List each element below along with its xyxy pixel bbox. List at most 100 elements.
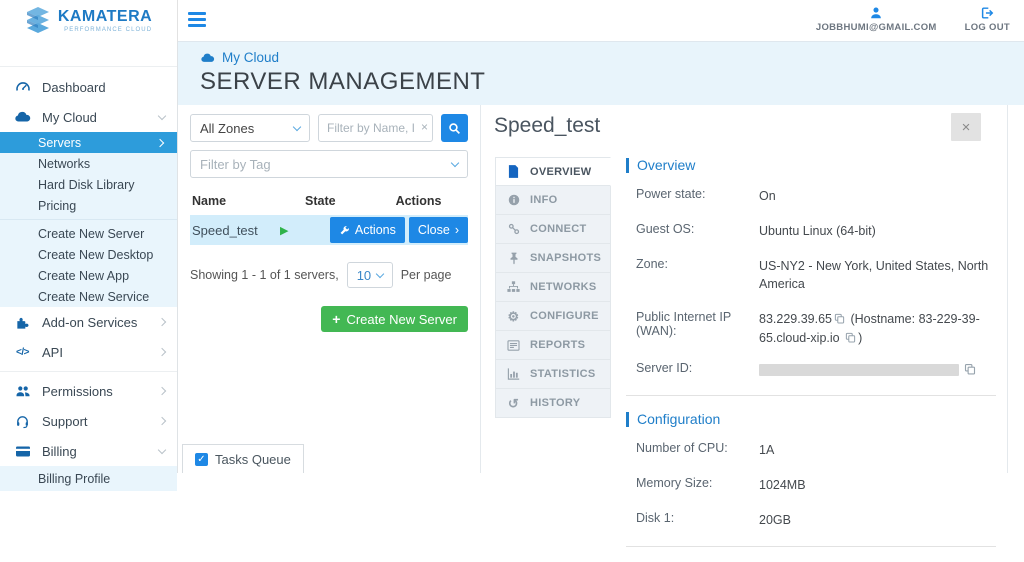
sidebar-item-api[interactable]: </> API [0,337,177,367]
sidebar-item-create-new-app[interactable]: Create New App [0,265,177,286]
copy-icon[interactable] [834,313,845,324]
actions-button[interactable]: Actions [330,217,405,243]
running-state-icon: ▶ [280,225,288,237]
dashboard-gauge-icon [14,79,31,95]
chevron-right-icon [158,318,166,326]
tab-history[interactable]: ↺ HISTORY [495,389,611,418]
tab-configure[interactable]: ⚙ CONFIGURE [495,302,611,331]
close-panel-button[interactable]: × [951,113,981,141]
sidebar-item-servers[interactable]: Servers [0,132,177,153]
billing-submenu: Billing Profile [0,466,177,491]
headset-icon [14,414,31,429]
search-button[interactable] [441,114,468,142]
per-page-label: Per page [401,268,452,282]
chevron-right-icon: › [455,223,459,237]
tab-info[interactable]: INFO [495,186,611,215]
server-id-redacted-value [759,364,959,376]
tasks-queue-button[interactable]: ✓ Tasks Queue [182,444,304,473]
wan-hostname-prefix: (Hostname: [850,312,918,326]
zone-select[interactable]: All Zones [190,114,310,142]
overview-content: Overview Power state: On Guest OS: Ubunt… [626,157,996,562]
brand-tagline: PERFORMANCE CLOUD [58,27,152,33]
logout-button[interactable]: LOG OUT [965,6,1010,33]
tag-filter-select[interactable]: Filter by Tag [190,150,468,178]
cloud-icon [14,110,31,124]
history-icon: ↺ [506,397,521,410]
sidebar-item-hard-disk-library[interactable]: Hard Disk Library [0,174,177,195]
clear-filter-icon[interactable]: × [421,120,428,134]
wan-suffix: ) [858,331,862,345]
my-cloud-submenu: Servers Networks Hard Disk Library Prici… [0,132,177,307]
sitemap-icon [506,281,521,293]
per-page-select[interactable]: 10 [347,262,393,288]
chevron-down-icon [158,111,166,119]
sidebar: Dashboard My Cloud Servers Networks Hard… [0,42,178,473]
sidebar-item-billing-profile[interactable]: Billing Profile [0,466,177,491]
tab-statistics[interactable]: STATISTICS [495,360,611,389]
wan-ip-value: 83.229.39.65 [759,312,832,326]
field-guest-os: Guest OS: Ubuntu Linux (64-bit) [626,222,996,241]
section-accent-bar [626,158,629,173]
chevron-down-icon [451,158,459,166]
sidebar-item-my-cloud[interactable]: My Cloud [0,102,177,132]
server-table-header: Name State Actions [190,194,468,215]
table-row[interactable]: Speed_test ▶ Actions Close › [190,215,468,245]
brand-logo[interactable]: KAMATERA PERFORMANCE CLOUD [0,0,178,42]
logout-icon [980,6,994,20]
field-cpu: Number of CPU: 1A [626,441,996,460]
tab-reports[interactable]: REPORTS [495,331,611,360]
sidebar-item-permissions[interactable]: Permissions [0,376,177,406]
gears-icon: ⚙ [506,310,521,323]
section-accent-bar [626,412,629,427]
tab-overview[interactable]: OVERVIEW [495,157,611,186]
wrench-icon [339,225,350,236]
copy-icon[interactable] [845,332,856,343]
sidebar-item-create-new-desktop[interactable]: Create New Desktop [0,244,177,265]
field-server-id: Server ID: [626,361,996,380]
sidebar-item-dashboard[interactable]: Dashboard [0,72,177,102]
breadcrumb[interactable]: My Cloud [200,50,1024,65]
tab-connect[interactable]: CONNECT [495,215,611,244]
field-wan-ip: Public Internet IP (WAN): 83.229.39.65 (… [626,310,996,348]
checked-checkbox-icon: ✓ [195,453,208,466]
sidebar-item-support[interactable]: Support [0,406,177,436]
code-icon: </> [14,347,31,358]
sidebar-item-networks[interactable]: Networks [0,153,177,174]
users-icon [14,384,31,398]
credit-card-icon [14,445,31,458]
sidebar-item-create-new-service[interactable]: Create New Service [0,286,177,307]
sidebar-item-billing[interactable]: Billing [0,436,177,466]
pin-icon [506,252,521,265]
overview-section-title: Overview [637,157,695,173]
chevron-down-icon [375,269,383,277]
account-email: JOBBHUMI@GMAIL.COM [816,22,937,33]
server-list-panel: All Zones × Filter by Tag Name State Act… [178,105,480,473]
chevron-down-icon [293,122,301,130]
server-detail-panel: Speed_test × OVERVIEW INFO CONNECT SNAPS… [480,105,1008,473]
chevron-right-icon [158,417,166,425]
search-icon [448,122,461,135]
close-row-button[interactable]: Close › [409,217,468,243]
chevron-down-icon [158,445,166,453]
bar-chart-icon [506,368,521,380]
info-icon [506,194,521,206]
sidebar-item-pricing[interactable]: Pricing [0,195,177,216]
chevron-right-icon [156,138,164,146]
name-filter-input[interactable] [318,114,433,142]
server-name: Speed_test [192,223,280,238]
create-new-server-button[interactable]: + Create New Server [321,306,468,332]
link-icon [506,223,521,235]
field-zone: Zone: US-NY2 - New York, United States, … [626,257,996,295]
sidebar-item-addon-services[interactable]: Add-on Services [0,307,177,337]
sidebar-item-create-new-server[interactable]: Create New Server [0,223,177,244]
plus-icon: + [332,311,340,327]
account-button[interactable]: JOBBHUMI@GMAIL.COM [816,6,937,33]
tab-networks[interactable]: NETWORKS [495,273,611,302]
report-list-icon [506,340,521,351]
copy-icon[interactable] [964,363,976,375]
menu-toggle-icon[interactable] [188,12,206,30]
breadcrumb-label: My Cloud [222,50,279,65]
server-detail-title: Speed_test [494,114,600,138]
zone-select-value: All Zones [200,121,254,136]
tab-snapshots[interactable]: SNAPSHOTS [495,244,611,273]
